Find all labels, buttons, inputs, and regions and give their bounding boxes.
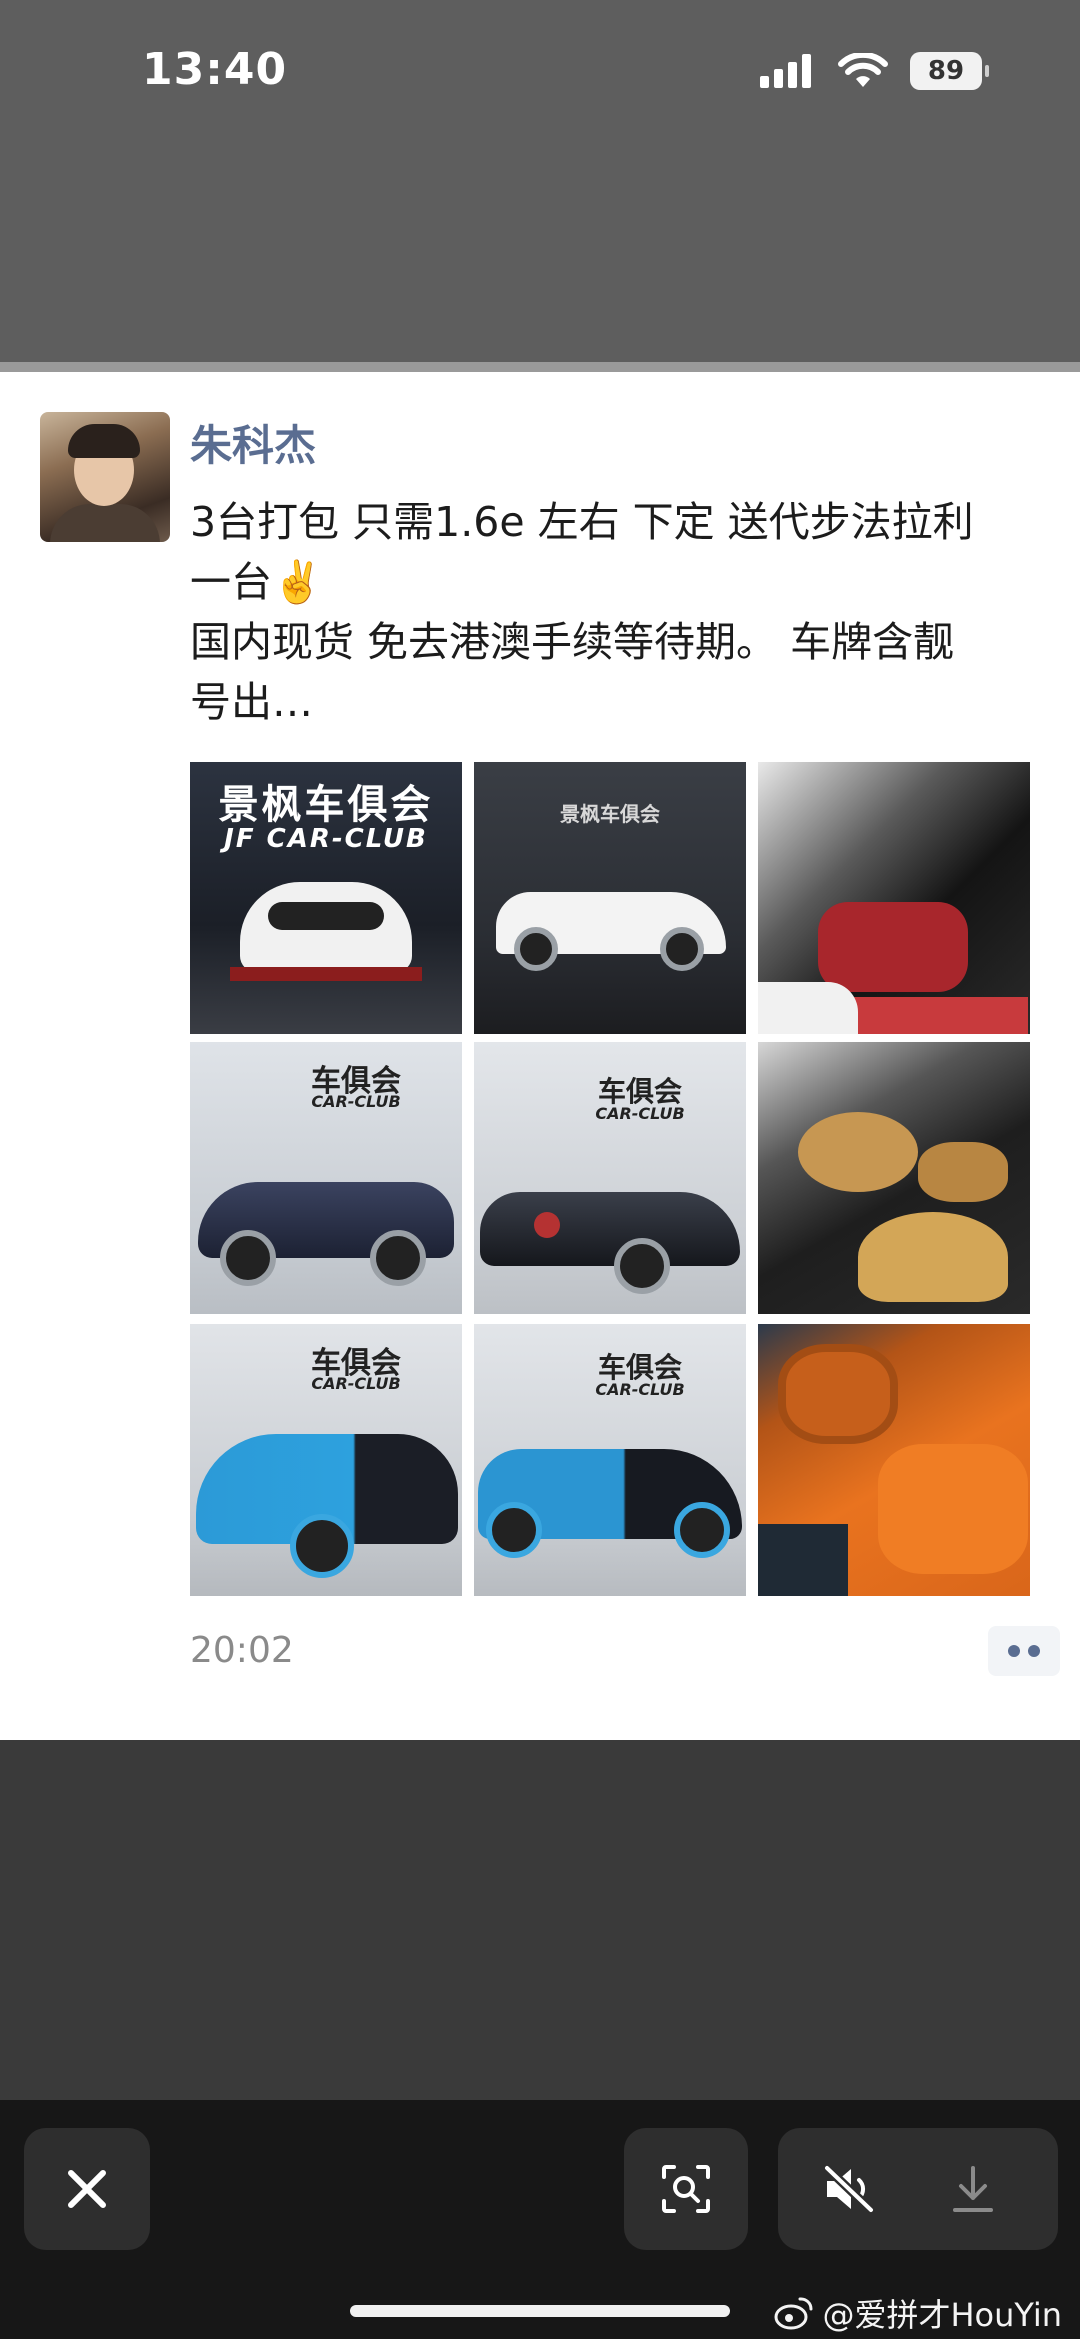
image-thumb[interactable]: 车俱会 CAR-CLUB [474,1042,746,1314]
image-caption: JF CAR-CLUB [224,824,428,854]
avatar[interactable] [40,412,170,542]
post-username[interactable]: 朱科杰 [190,412,316,473]
watermark: @爱拼才HouYin [774,2290,1062,2336]
watermark-text: @爱拼才HouYin [822,2296,1062,2334]
image-thumb[interactable]: 车俱会 CAR-CLUB [474,1324,746,1596]
image-caption: 景枫车俱会 [560,802,660,826]
post-text-line: 3台打包 只需1.6e 左右 下定 送代步法拉利 [190,498,974,546]
close-button[interactable] [24,2128,150,2250]
image-thumb[interactable]: 车俱会 CAR-CLUB [190,1042,462,1314]
image-caption: CAR-CLUB [311,1092,401,1111]
media-controls [778,2128,1058,2250]
image-thumb[interactable]: 景枫车俱会 [474,762,746,1034]
image-search-button[interactable] [624,2128,748,2250]
image-thumb[interactable]: 车俱会 CAR-CLUB [190,1324,462,1596]
status-bar: 13:40 89 [0,0,1080,150]
status-time: 13:40 [142,44,288,95]
post-text-line: 国内现货 免去港澳手续等待期。 车牌含靓 [190,618,955,666]
image-caption: CAR-CLUB [595,1104,685,1123]
bottom-dim-overlay [0,1740,1080,2100]
download-icon [953,2166,993,2212]
image-search-icon [662,2165,710,2213]
image-caption: CAR-CLUB [595,1380,685,1399]
post-text: 3台打包 只需1.6e 左右 下定 送代步法拉利 一台✌️ 国内现货 免去港澳手… [190,492,1070,732]
post-card: 朱科杰 3台打包 只需1.6e 左右 下定 送代步法拉利 一台✌️ 国内现货 免… [0,372,1080,1740]
dot-icon [1028,1645,1040,1657]
status-icons: 89 [760,52,989,90]
image-grid: 景枫车俱会 JF CAR-CLUB 景枫车俱会 车俱会 CAR-CLUB 车俱会 [190,762,1030,1596]
download-button[interactable] [942,2158,1004,2220]
close-icon [68,2170,106,2208]
post-text-line: 一台✌️ [190,558,324,606]
image-thumb[interactable] [758,762,1030,1034]
image-thumb[interactable] [758,1324,1030,1596]
dot-icon [1008,1645,1020,1657]
home-indicator [350,2305,730,2317]
weibo-logo-icon [774,2297,813,2330]
image-thumb[interactable]: 景枫车俱会 JF CAR-CLUB [190,762,462,1034]
post-timestamp: 20:02 [190,1630,294,1671]
image-caption: 景枫车俱会 [218,782,434,828]
cellular-signal-icon [760,54,811,88]
post-text-line: 号出… [190,678,313,726]
image-thumb[interactable] [758,1042,1030,1314]
speaker-mute-icon [822,2164,876,2214]
divider [0,362,1080,372]
wifi-icon [838,53,888,87]
more-options-button[interactable] [988,1626,1060,1676]
mute-button[interactable] [818,2158,880,2220]
image-caption: CAR-CLUB [311,1374,401,1393]
battery-indicator: 89 [910,52,989,90]
